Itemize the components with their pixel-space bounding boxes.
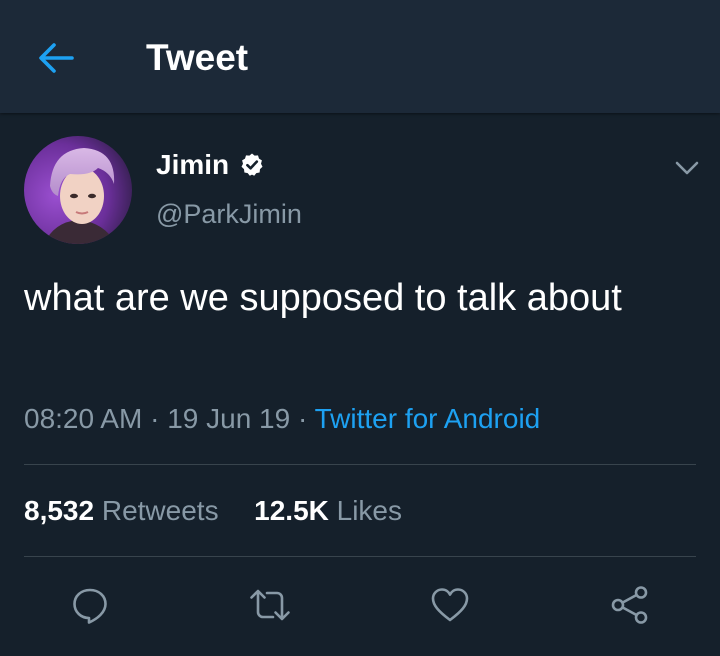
retweets-label: Retweets [101,495,219,526]
like-icon [431,588,469,622]
retweets-stat[interactable]: 8,532 Retweets [24,495,219,526]
avatar[interactable] [24,136,132,244]
retweets-count: 8,532 [24,495,95,526]
likes-stat[interactable]: 12.5K Likes [254,495,402,526]
likes-label: Likes [336,495,403,526]
tweet-source-link[interactable]: Twitter for Android [315,403,541,434]
user-handle[interactable]: @ParkJimin [156,197,302,231]
author-name-row[interactable]: Jimin [156,147,265,183]
display-name: Jimin [156,149,230,180]
reply-button[interactable] [68,583,112,627]
share-button[interactable] [608,583,652,627]
tweet-time: 08:20 AM [24,403,143,434]
page-title: Tweet [146,37,249,78]
tweet: Jimin @ParkJimin what are we supposed to… [0,113,720,656]
divider [24,556,696,557]
meta-separator: · [142,403,168,434]
back-button[interactable] [28,34,84,82]
tweet-meta: 08:20 AM · 19 Jun 19 · Twitter for Andro… [24,401,540,437]
likes-count: 12.5K [254,495,329,526]
chevron-down-icon [675,161,699,175]
divider [24,464,696,465]
top-app-bar: Tweet [0,0,720,113]
tweet-menu-button[interactable] [670,151,704,185]
share-icon [611,586,648,624]
verified-badge-icon [241,153,263,176]
retweet-icon [250,589,290,621]
meta-separator: · [290,403,315,434]
arrow-left-icon [39,43,74,73]
tweet-action-bar [0,577,720,633]
tweet-stats: 8,532 Retweets 12.5K Likes [24,493,402,529]
reply-icon [73,588,107,624]
like-button[interactable] [428,583,472,627]
retweet-button[interactable] [248,583,292,627]
tweet-detail-screen: Tweet Jimin @ParkJimin what are we suppo… [0,0,720,656]
tweet-date: 19 Jun 19 [167,403,291,434]
tweet-text: what are we supposed to talk about [24,277,622,319]
avatar-image [24,136,132,244]
